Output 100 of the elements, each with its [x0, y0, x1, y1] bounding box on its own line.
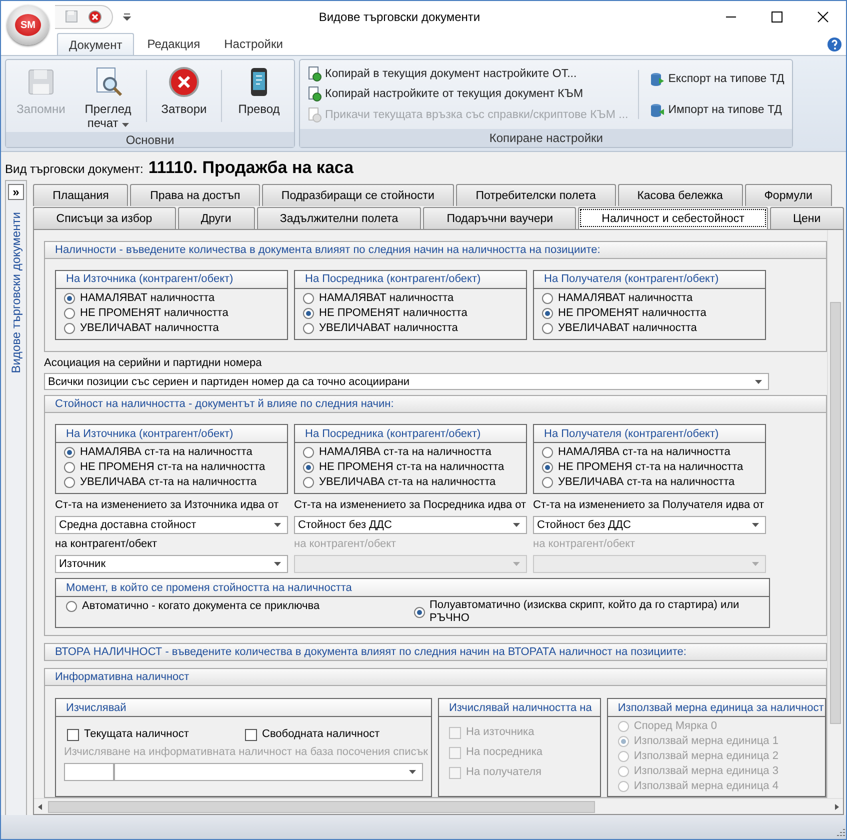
tab[interactable]: Права на достъп	[130, 184, 260, 206]
dropdown-field[interactable]	[533, 555, 766, 574]
section-header: Информативна наличност	[44, 668, 827, 686]
tab[interactable]: Потребителски полета	[456, 184, 616, 206]
option-label: На източника	[466, 726, 534, 739]
field-label: на контрагент/обект	[533, 538, 636, 552]
group-title: На Източника (контрагент/обект)	[56, 425, 287, 444]
field-label: на контрагент/обект	[55, 538, 158, 552]
ribbon-tab[interactable]: Документ	[57, 33, 134, 55]
caret-icon	[752, 523, 759, 528]
tab[interactable]: Наличност и себестойност	[578, 207, 768, 229]
caret-icon	[409, 770, 416, 774]
field-label: Вид търговски документ:	[5, 162, 144, 176]
option-label: Полуавтоматично (изисква скрипт, който да го стартира) или РЪЧНО	[430, 599, 740, 626]
expand-button[interactable]: »	[8, 184, 24, 200]
radio-button[interactable]	[66, 601, 77, 612]
tab[interactable]: Касова бележка	[618, 184, 743, 206]
section-header: Наличности - въведените количества в документа влияят по следния начин на наличността на позициите:	[44, 241, 827, 259]
ribbon-button[interactable]: Затвори	[153, 62, 215, 130]
option-label: Използвай мерна единица 1	[634, 735, 778, 748]
dropdown-field[interactable]: Стойност без ДДС	[533, 516, 766, 534]
group-title: На Получателя (контрагент/обект)	[534, 425, 765, 444]
ribbon-button[interactable]: Копирай в текущия документ настройките ОТ...	[308, 66, 628, 82]
database-arrow-icon	[649, 102, 666, 118]
option-label: Използвай мерна единица 3	[634, 765, 778, 778]
radio-button[interactable]	[542, 322, 553, 334]
resize-grip-icon[interactable]	[834, 827, 846, 839]
radio-button[interactable]	[64, 322, 75, 334]
radio-button[interactable]	[303, 292, 314, 304]
ribbon-button[interactable]: Импорт на типове ТД	[649, 102, 784, 118]
group-title: На Получателя (контрагент/обект)	[534, 270, 765, 289]
option-label: УВЕЛИЧАВА ст-та на наличността	[319, 476, 496, 490]
dropdown-field[interactable]: Всички позиции със сериен и партиден номер да са точно асоциирани	[44, 373, 769, 390]
radio-button[interactable]	[303, 462, 314, 474]
radio-button[interactable]	[303, 477, 314, 488]
ribbon-button[interactable]: Експорт на типове ТД	[649, 71, 784, 88]
ribbon-button[interactable]: Преглед печат	[76, 62, 140, 130]
section-header: Стойност на наличността - документът й влияе по следния начин:	[44, 395, 827, 414]
option-label: НАМАЛЯВА ст-та на наличността	[558, 446, 730, 460]
radio-button[interactable]	[64, 308, 75, 319]
tab[interactable]: Подразбиращи се стойности	[262, 184, 454, 206]
caret-icon	[274, 562, 281, 566]
radio-button[interactable]	[303, 308, 314, 319]
option-label: Използвай мерна единица 2	[634, 750, 778, 763]
checkbox[interactable]	[245, 728, 257, 740]
option-label: НЕ ПРОМЕНЯ ст-та на наличността	[80, 461, 266, 474]
tab[interactable]: Подаръчни ваучери	[423, 207, 576, 229]
dropdown-field[interactable]: Стойност без ДДС	[294, 516, 527, 534]
group-title: Изчислявай	[56, 699, 431, 717]
tab[interactable]: Цени	[770, 207, 844, 229]
tab[interactable]: Други	[178, 207, 255, 229]
option-label: НАМАЛЯВАТ наличността	[80, 292, 215, 305]
option-label: На посредника	[466, 746, 542, 759]
tab[interactable]: Плащания	[33, 184, 128, 206]
dropdown-field[interactable]	[294, 555, 527, 574]
tab[interactable]: Списъци за избор	[33, 207, 176, 229]
dropdown-field[interactable]	[114, 763, 423, 781]
tab[interactable]: Задължителни полета	[256, 207, 422, 229]
radio-button[interactable]	[542, 477, 553, 488]
side-panel-title[interactable]: Видове търговски документи	[9, 212, 23, 374]
radio-button[interactable]	[64, 462, 75, 474]
caret-icon	[122, 123, 129, 127]
tab[interactable]: Формули	[744, 184, 832, 206]
radio-button[interactable]	[64, 292, 75, 304]
option-label: НЕ ПРОМЕНЯТ наличността	[319, 306, 468, 320]
help-icon[interactable]	[827, 37, 842, 52]
checkbox[interactable]	[67, 728, 79, 740]
radio-button[interactable]	[414, 606, 424, 618]
radio-button[interactable]	[303, 322, 314, 334]
radio-button[interactable]	[542, 308, 553, 319]
horizontal-scrollbar[interactable]	[34, 798, 843, 814]
option-label: НАМАЛЯВАТ наличността	[558, 292, 693, 305]
option-label: НАМАЛЯВАТ наличността	[319, 292, 454, 305]
option-label: Автоматично - когато документа се приключва	[82, 600, 320, 614]
radio-button[interactable]	[542, 447, 553, 458]
code-field[interactable]	[64, 763, 114, 781]
field-label: Ст-та на изменението за Получателя идва от	[533, 499, 764, 512]
radio-button[interactable]	[64, 477, 75, 488]
ribbon-tab[interactable]: Настройки	[213, 33, 294, 55]
ribbon-tab[interactable]: Редакция	[136, 33, 212, 55]
radio-button[interactable]	[542, 462, 553, 474]
dropdown-field[interactable]: Средна доставна стойност	[55, 516, 288, 534]
option-label: Според Мярка 0	[634, 720, 717, 733]
field-label: Ст-та на изменението за Посредника идва от	[294, 499, 526, 512]
ribbon-button[interactable]: Копирай настройките от текущия документ КЪМ	[308, 86, 628, 102]
close-icon	[168, 66, 200, 98]
ribbon-button[interactable]: Превод	[228, 62, 290, 130]
caret-icon	[752, 562, 759, 566]
radio-button[interactable]	[303, 447, 314, 458]
vertical-scrollbar[interactable]	[827, 230, 843, 798]
caret-icon	[513, 562, 520, 566]
field-label: Асоциация на серийни и партидни номера	[44, 356, 262, 370]
group-title: Изчислявай наличността на	[439, 699, 600, 717]
dropdown-field[interactable]: Източник	[55, 555, 288, 574]
section-header: ВТОРА НАЛИЧНОСТ - въведените количества в документа влияят по следния начин на ВТОРАТА наличност на позициите:	[44, 643, 827, 662]
radio-button[interactable]	[64, 447, 75, 458]
customize-caret-icon[interactable]	[123, 12, 131, 20]
option-label: УВЕЛИЧАВАТ наличността	[80, 322, 219, 335]
radio-button[interactable]	[542, 292, 553, 304]
close-icon[interactable]	[88, 10, 102, 24]
